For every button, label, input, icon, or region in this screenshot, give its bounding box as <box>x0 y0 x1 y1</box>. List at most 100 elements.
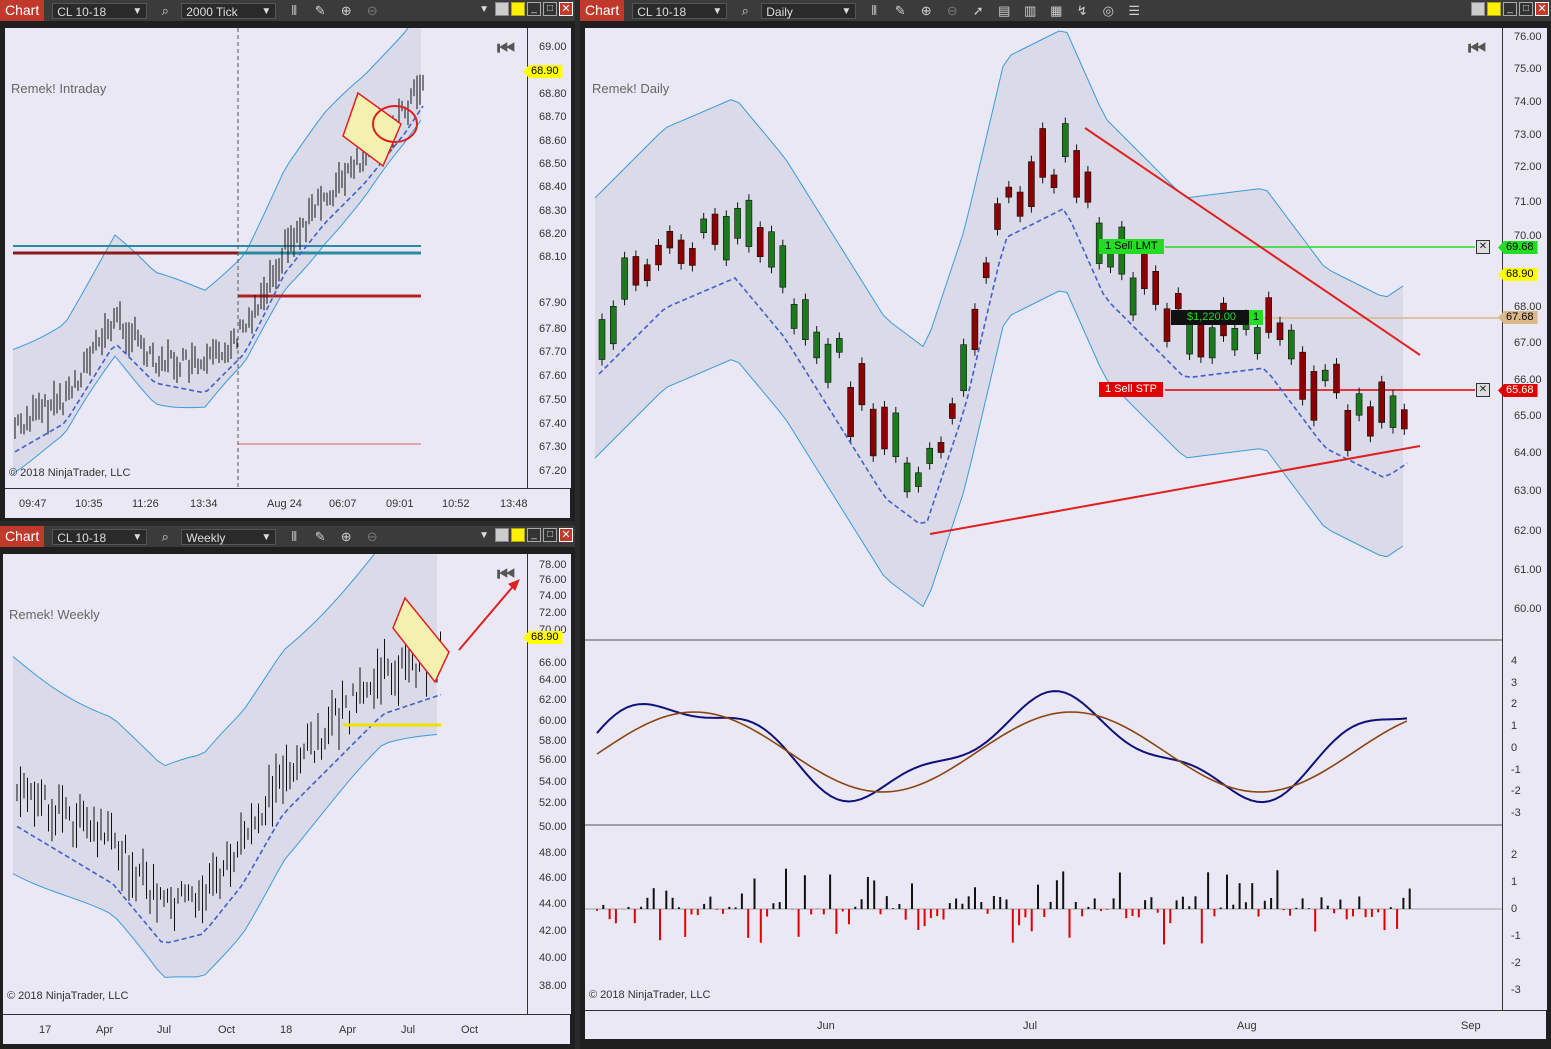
price-panel[interactable]: Remek! Daily © 2018 NinjaTrader, LLC ⏮ 1… <box>585 28 1502 1010</box>
close-icon[interactable]: ✕ <box>559 2 573 16</box>
chevron-down-icon[interactable]: ▼ <box>479 4 489 15</box>
search-icon[interactable]: ⌕ <box>157 529 173 545</box>
copyright-text: © 2018 NinjaTrader, LLC <box>589 989 711 1001</box>
sell-limit-order[interactable]: 1 Sell LMT <box>1099 239 1164 254</box>
candle-body <box>903 462 911 493</box>
axis-tick-label: 78.00 <box>539 559 567 571</box>
maximize-icon[interactable]: □ <box>1519 2 1533 16</box>
color-swatch-white[interactable] <box>495 528 509 542</box>
bar-style-icon[interactable]: ⫴ <box>286 529 302 545</box>
axis-tick-label: 72.00 <box>1514 161 1542 173</box>
strategies-icon[interactable]: ▦ <box>1048 3 1064 19</box>
instrument-selector[interactable]: CL 10-18 ▼ <box>52 528 148 545</box>
bar-style-icon[interactable]: ⫴ <box>286 3 302 19</box>
axis-tick-label: 76.00 <box>1514 31 1542 43</box>
price-axis[interactable]: 76.00 75.00 74.00 73.00 72.00 71.00 70.00 68.00… <box>1498 28 1547 1010</box>
position-pnl[interactable]: $1,220.00 <box>1171 310 1252 325</box>
axis-tick-label: 17 <box>39 1024 52 1036</box>
candle-body <box>1287 329 1295 360</box>
candle-body <box>1039 128 1047 178</box>
bar-style-icon[interactable]: ⫴ <box>866 3 882 19</box>
cancel-stop-order-icon[interactable]: ✕ <box>1476 383 1490 397</box>
position-qty[interactable]: 1 <box>1249 310 1264 325</box>
candle-body <box>1367 406 1374 437</box>
instrument-selector[interactable]: CL 10-18 ▼ <box>52 2 148 19</box>
sell-stop-order[interactable]: 1 Sell STP <box>1099 382 1163 397</box>
candle-body <box>1107 252 1114 268</box>
trend-arrow <box>458 583 516 651</box>
zoom-in-icon[interactable]: ⊕ <box>338 529 354 545</box>
axis-tick-label: Jun <box>817 1020 835 1032</box>
axis-tick-label: 58.00 <box>539 735 567 747</box>
axis-tick-label: 66.00 <box>539 657 567 669</box>
axis-tick-label: 67.00 <box>1514 337 1542 349</box>
search-icon[interactable]: ⌕ <box>737 3 753 19</box>
chevron-down-icon[interactable]: ▼ <box>479 530 489 541</box>
scroll-to-end-icon[interactable]: ⏮ <box>497 564 515 587</box>
axis-tick-label: 72.00 <box>539 607 567 619</box>
maximize-icon[interactable]: □ <box>543 528 557 542</box>
axis-tick-label: 40.00 <box>539 952 567 964</box>
properties-icon[interactable]: ☰ <box>1126 3 1142 19</box>
candle-body <box>689 248 696 266</box>
search-icon[interactable]: ⌕ <box>157 3 173 19</box>
reload-icon[interactable]: ◎ <box>1100 3 1116 19</box>
minimize-icon[interactable]: _ <box>527 528 541 542</box>
zoom-out-icon[interactable]: ⊖ <box>364 529 380 545</box>
price-panel[interactable]: Remek! Weekly © 2018 NinjaTrader, LLC ⏮ <box>3 554 527 1014</box>
candle-body <box>1129 277 1137 316</box>
candle-body <box>1208 327 1216 359</box>
color-swatch-yellow[interactable] <box>511 528 525 542</box>
instrument-selector[interactable]: CL 10-18 ▼ <box>632 2 728 19</box>
pointer-icon[interactable]: ➚ <box>970 3 986 19</box>
color-swatch-white[interactable] <box>495 2 509 16</box>
zoom-in-icon[interactable]: ⊕ <box>918 3 934 19</box>
pencil-icon[interactable]: ✎ <box>892 3 908 19</box>
axis-tick-label: 67.60 <box>539 370 567 382</box>
chart-tab-title[interactable]: Chart <box>0 526 45 547</box>
period-value: Daily <box>766 4 793 19</box>
time-axis[interactable]: Jun Jul Aug Sep <box>585 1010 1546 1039</box>
scroll-to-end-icon[interactable]: ⏮ <box>1468 38 1486 61</box>
minimize-icon[interactable]: _ <box>527 2 541 16</box>
candle-body <box>926 447 934 464</box>
axis-tick-label: 68.60 <box>539 135 567 147</box>
candle-body <box>915 472 922 487</box>
chart-tab-title[interactable]: Chart <box>0 0 45 21</box>
zoom-out-icon[interactable]: ⊖ <box>364 3 380 19</box>
pencil-icon[interactable]: ✎ <box>312 3 328 19</box>
color-swatch-yellow[interactable] <box>1487 2 1501 16</box>
axis-tick-label: 48.00 <box>539 847 567 859</box>
zoom-out-icon[interactable]: ⊖ <box>944 3 960 19</box>
close-icon[interactable]: ✕ <box>559 528 573 542</box>
axis-tick-label: Oct <box>218 1024 236 1036</box>
zoom-in-icon[interactable]: ⊕ <box>338 3 354 19</box>
color-swatch-yellow[interactable] <box>511 2 525 16</box>
axis-tick-label: 60.00 <box>1514 603 1542 615</box>
color-swatch-white[interactable] <box>1471 2 1485 16</box>
axis-tick-label: 67.90 <box>539 297 567 309</box>
minimize-icon[interactable]: _ <box>1503 2 1517 16</box>
chart-tab-title[interactable]: Chart <box>580 0 625 21</box>
scroll-to-end-icon[interactable]: ⏮ <box>497 38 515 61</box>
period-selector[interactable]: Weekly ▼ <box>181 528 277 545</box>
cancel-limit-order-icon[interactable]: ✕ <box>1476 240 1490 254</box>
candle-body <box>1028 161 1035 207</box>
time-axis[interactable]: 09:47 10:35 11:26 13:34 Aug 24 06:07 09:01 10:5… <box>5 488 570 518</box>
close-icon[interactable]: ✕ <box>1535 2 1549 16</box>
price-axis[interactable]: 78.00 76.00 74.00 72.00 70.00 66.00 64.00 62.00… <box>523 554 571 1014</box>
osc-tick-label: 1 <box>1511 720 1518 733</box>
pencil-icon[interactable]: ✎ <box>312 529 328 545</box>
axis-tick-label: 69.00 <box>539 41 567 53</box>
osc-tick-label: -1 <box>1511 763 1521 776</box>
maximize-icon[interactable]: □ <box>543 2 557 16</box>
instrument-value: CL 10-18 <box>57 530 107 545</box>
time-axis[interactable]: 17 Apr Jul Oct 18 Apr Jul Oct <box>3 1014 570 1044</box>
period-selector[interactable]: 2000 Tick ▼ <box>181 2 277 19</box>
drawing-tools-icon[interactable]: ↯ <box>1074 3 1090 19</box>
period-selector[interactable]: Daily ▼ <box>761 2 857 19</box>
price-axis[interactable]: 69.00 68.80 68.70 68.60 68.50 68.40 68.30 68.20… <box>523 28 571 488</box>
data-box-icon[interactable]: ▤ <box>996 3 1012 19</box>
indicators-icon[interactable]: ▥ <box>1022 3 1038 19</box>
price-panel[interactable]: Remek! Intraday © 2018 NinjaTrader, LLC … <box>5 28 527 488</box>
